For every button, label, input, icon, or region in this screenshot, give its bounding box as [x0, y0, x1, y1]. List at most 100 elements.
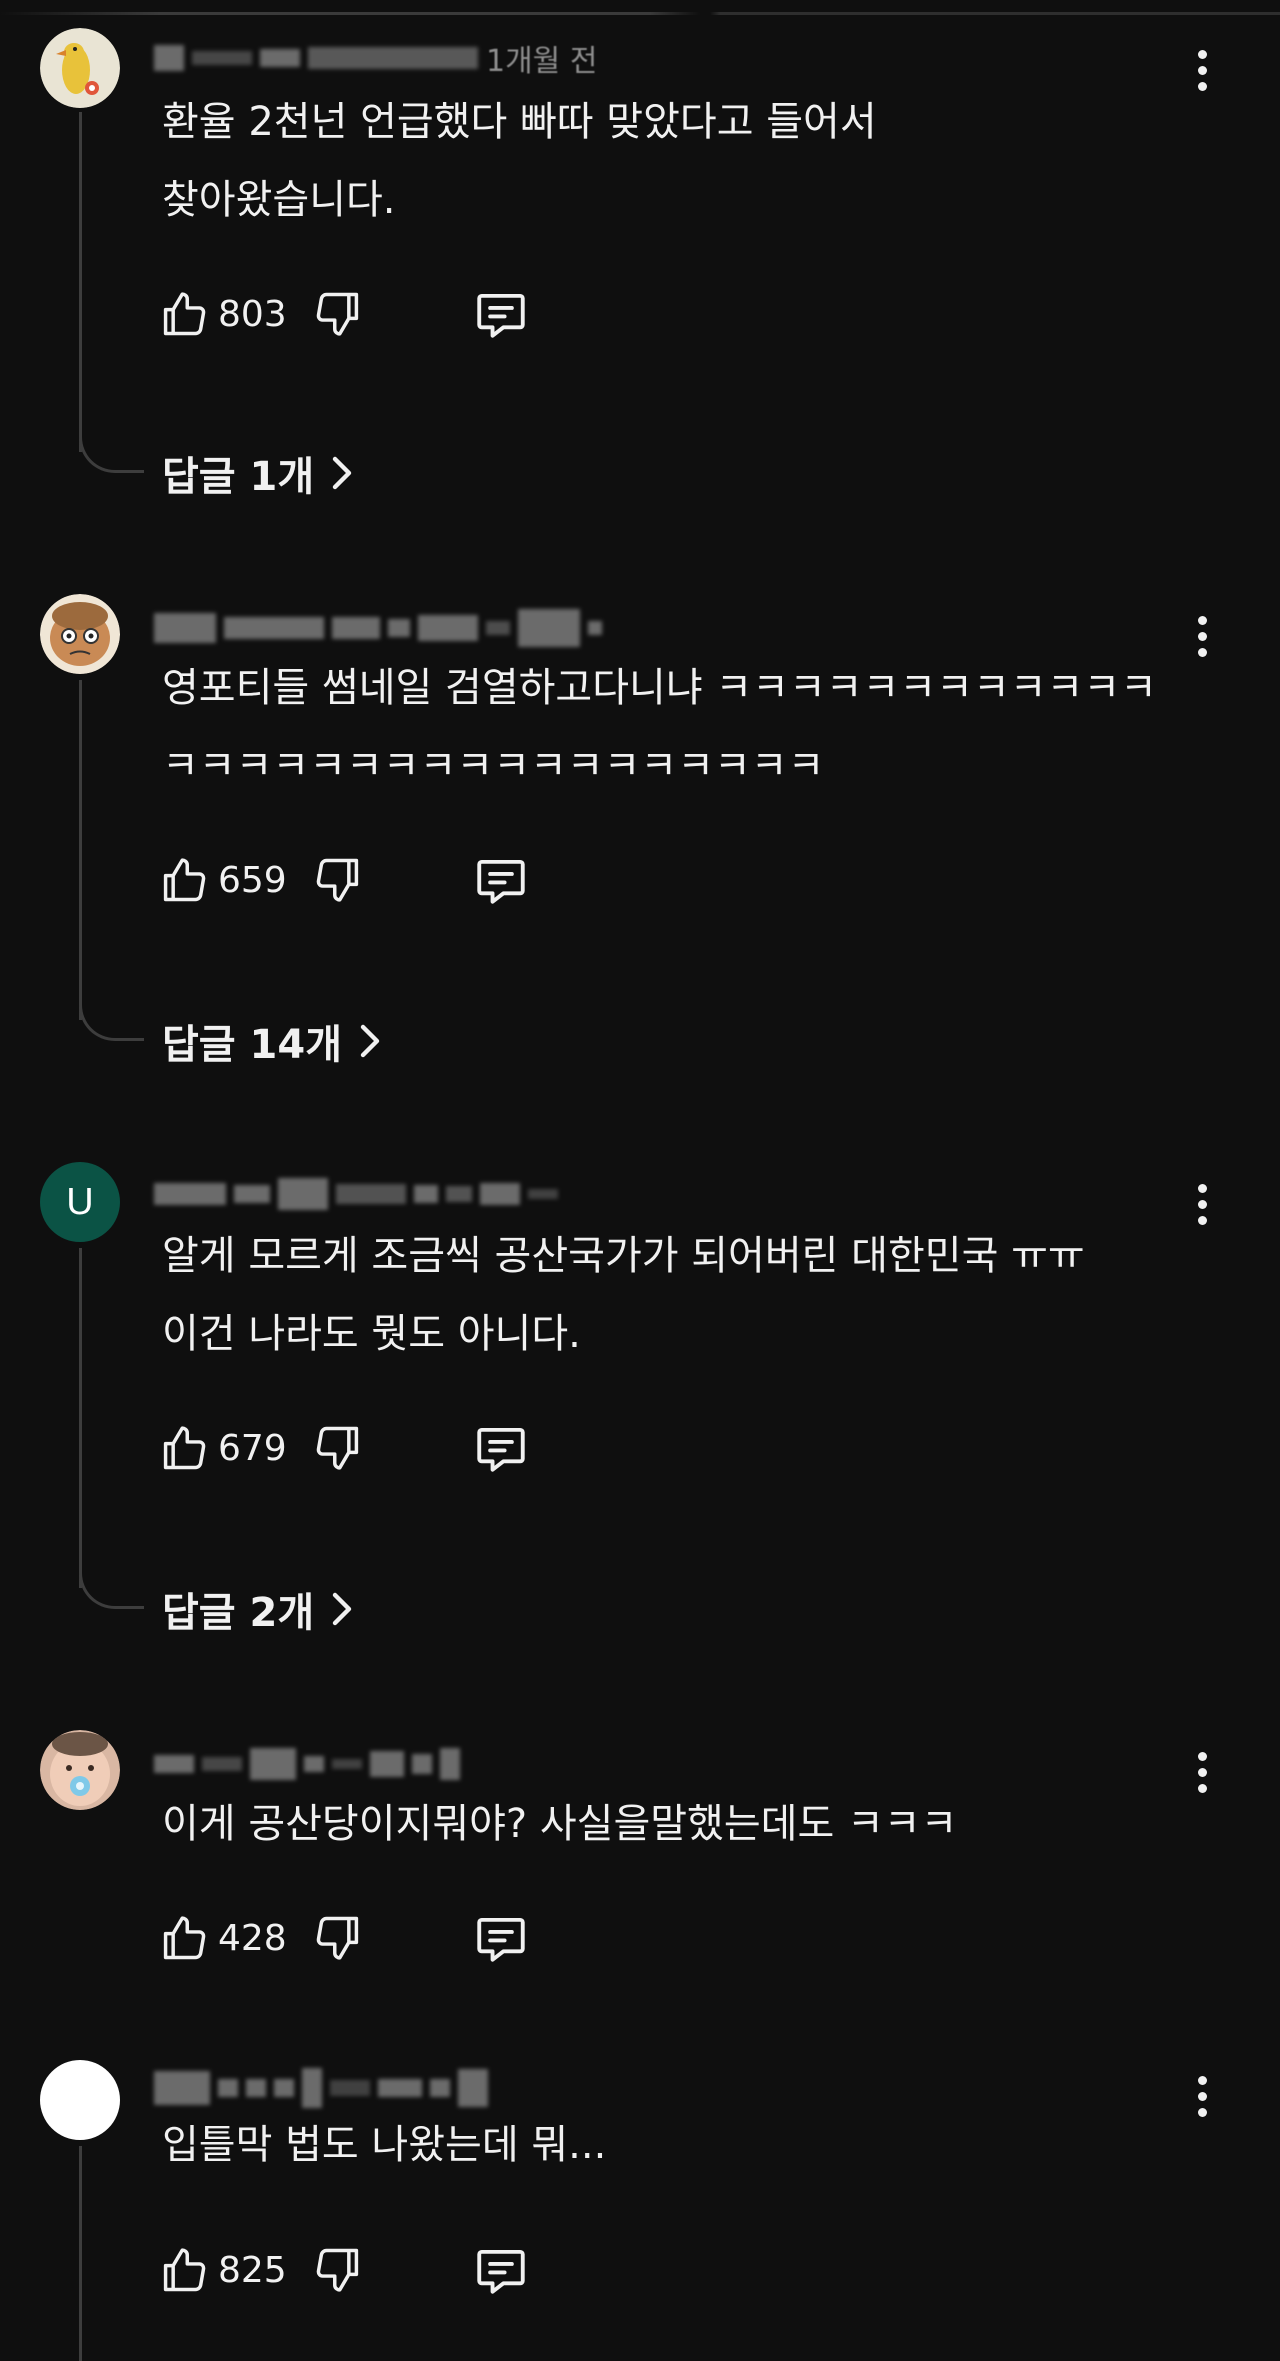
author-name-redacted	[518, 609, 580, 647]
author-name-redacted	[418, 615, 478, 641]
author-row[interactable]	[154, 1746, 460, 1782]
author-name-redacted	[260, 49, 300, 67]
reply-button[interactable]	[472, 2241, 530, 2299]
more-options-button[interactable]	[1180, 2064, 1224, 2128]
author-row[interactable]	[154, 1176, 558, 1212]
thumbs-up-icon	[163, 1426, 206, 1470]
view-replies-button[interactable]: 답글 1개	[162, 443, 354, 503]
thumbs-up-icon	[163, 1916, 206, 1960]
author-name-redacted	[246, 2079, 266, 2097]
comment-text: 입틀막 법도 나왔는데 뭐...	[162, 2122, 607, 2168]
comment-actions: 803	[158, 282, 530, 346]
author-name-redacted	[458, 2069, 488, 2107]
more-vert-icon	[1197, 615, 1207, 625]
comment-text: 환율 2천넌 언급했다 빠따 맞았다고 들어서 찾아왔습니다.	[162, 99, 877, 223]
thumbs-down-icon	[316, 2248, 359, 2292]
chevron-right-icon	[332, 1592, 352, 1626]
like-button[interactable]: 803	[158, 288, 298, 340]
comment-actions: 825	[158, 2238, 530, 2302]
dislike-button[interactable]	[312, 1422, 364, 1474]
reply-icon	[477, 859, 525, 904]
thumbs-down-icon	[316, 1916, 359, 1960]
thread-line	[79, 2146, 82, 2361]
avatar[interactable]	[40, 594, 120, 674]
avatar[interactable]	[40, 2060, 120, 2140]
avatar[interactable]	[40, 28, 120, 108]
avatar[interactable]	[40, 1730, 120, 1810]
author-name-redacted	[154, 1755, 194, 1773]
like-count: 825	[218, 2249, 287, 2291]
replies-count-label: 답글 1개	[162, 454, 315, 500]
reply-button[interactable]	[472, 285, 530, 343]
more-options-button[interactable]	[1180, 604, 1224, 668]
author-name-redacted	[234, 1185, 270, 1203]
comment-actions: 679	[158, 1416, 530, 1480]
author-name-redacted	[154, 2071, 210, 2105]
author-name-redacted	[250, 1748, 296, 1780]
comment-text: 영포티들 썸네일 검열하고다니냐 ㅋㅋㅋㅋㅋㅋㅋㅋㅋㅋㅋㅋ ㅋㅋㅋㅋㅋㅋㅋㅋㅋㅋ…	[162, 665, 1157, 789]
author-name-redacted	[336, 1184, 406, 1204]
author-row[interactable]: 1개월 전	[154, 40, 597, 79]
thread-curve	[79, 1001, 144, 1041]
reply-icon	[477, 2249, 525, 2294]
thumbs-up-icon	[163, 2248, 206, 2292]
thumbs-down-icon	[316, 292, 359, 336]
author-name-redacted	[192, 51, 252, 65]
thumbs-up-icon	[163, 858, 206, 902]
author-name-redacted	[224, 617, 324, 639]
author-name-redacted	[304, 1756, 324, 1772]
author-name-redacted	[218, 2079, 238, 2097]
author-name-redacted	[430, 2079, 450, 2097]
like-button[interactable]: 659	[158, 854, 298, 906]
author-name-redacted	[378, 2079, 422, 2097]
dislike-button[interactable]	[312, 1912, 364, 1964]
reply-button[interactable]	[472, 1419, 530, 1477]
cartoon-face-avatar-icon	[40, 594, 120, 674]
more-vert-icon	[1197, 1751, 1207, 1761]
author-name-redacted	[278, 1178, 328, 1210]
avatar[interactable]: U	[40, 1162, 120, 1242]
view-replies-button[interactable]: 답글 2개	[162, 1579, 354, 1639]
dislike-button[interactable]	[312, 854, 364, 906]
author-name-redacted	[528, 1189, 558, 1199]
like-button[interactable]: 825	[158, 2244, 298, 2296]
comment-text: 이게 공산당이지뭐야? 사실을말했는데도 ㅋㅋㅋ	[162, 1801, 958, 1847]
dislike-button[interactable]	[312, 288, 364, 340]
author-name-redacted	[154, 45, 184, 71]
avatar-letter: U	[66, 1180, 94, 1223]
comment-timestamp: 1개월 전	[486, 44, 598, 79]
author-name-redacted	[154, 1183, 226, 1205]
view-replies-button[interactable]: 답글 14개	[162, 1011, 382, 1071]
author-name-redacted	[440, 1748, 460, 1780]
author-name-redacted	[414, 1185, 438, 1203]
author-name-redacted	[486, 621, 510, 635]
more-options-button[interactable]	[1180, 1172, 1224, 1236]
like-button[interactable]: 428	[158, 1912, 298, 1964]
like-button[interactable]: 679	[158, 1422, 298, 1474]
author-name-redacted	[274, 2079, 294, 2097]
more-vert-icon	[1197, 1183, 1207, 1193]
thread-line	[79, 112, 82, 452]
more-vert-icon	[1197, 2075, 1207, 2085]
reply-button[interactable]	[472, 1909, 530, 1967]
author-name-redacted	[302, 2068, 322, 2108]
thread-curve	[79, 1569, 144, 1609]
author-row[interactable]	[154, 609, 602, 647]
dislike-button[interactable]	[312, 2244, 364, 2296]
reply-button[interactable]	[472, 851, 530, 909]
more-options-button[interactable]	[1180, 38, 1224, 102]
author-row[interactable]	[154, 2068, 488, 2108]
like-count: 659	[218, 859, 287, 901]
author-name-redacted	[332, 1759, 362, 1769]
like-count: 428	[218, 1917, 287, 1959]
author-name-redacted	[446, 1186, 472, 1202]
thumbs-down-icon	[316, 1426, 359, 1470]
thread-line	[79, 680, 82, 1020]
author-name-redacted	[154, 613, 216, 643]
thread-curve	[79, 433, 144, 473]
author-name-redacted	[412, 1754, 432, 1774]
reply-icon	[477, 1427, 525, 1472]
comment-text: 알게 모르게 조금씩 공산국가가 되어버린 대한민국 ㅠㅠ 이건 나라도 뭣도 …	[162, 1233, 1085, 1357]
more-options-button[interactable]	[1180, 1740, 1224, 1804]
replies-count-label: 답글 14개	[162, 1022, 342, 1068]
